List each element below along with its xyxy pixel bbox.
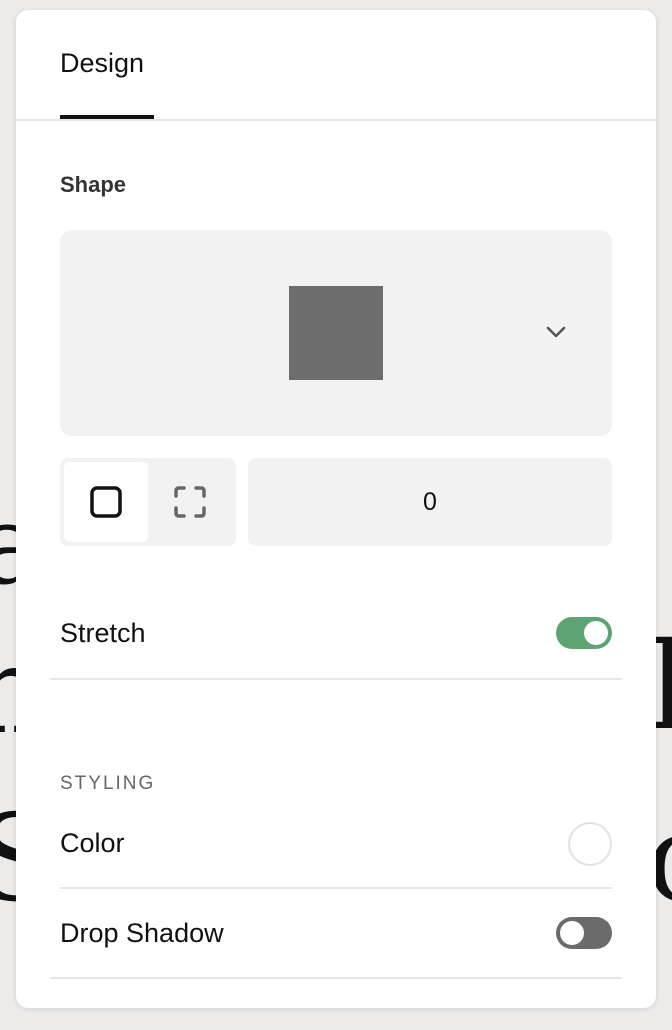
rounded-square-icon (90, 486, 122, 518)
color-label: Color (60, 828, 125, 858)
individual-corners-button[interactable] (148, 462, 232, 542)
divider (60, 887, 612, 889)
tab-bar: Design (16, 10, 656, 121)
corner-mode-toggle (60, 458, 236, 546)
drop-shadow-toggle[interactable] (556, 917, 612, 949)
all-corners-button[interactable] (64, 462, 148, 542)
shape-section-label: Shape (60, 172, 127, 197)
styling-section-heading: STYLING (60, 773, 156, 794)
divider (50, 977, 622, 979)
active-tab-indicator (60, 115, 154, 119)
drop-shadow-label: Drop Shadow (60, 918, 224, 948)
corner-radius-input[interactable]: 0 (248, 458, 612, 546)
corners-icon (174, 486, 206, 518)
shape-dropdown[interactable] (60, 230, 612, 436)
chevron-down-icon (546, 326, 566, 338)
divider (50, 678, 622, 680)
toggle-knob (560, 921, 584, 945)
toggle-knob (584, 621, 608, 645)
design-panel: Design Shape 0 Stretch STYLING Color Dro… (16, 10, 656, 1008)
tab-design[interactable]: Design (60, 48, 144, 79)
color-swatch[interactable] (568, 822, 612, 866)
stretch-toggle[interactable] (556, 617, 612, 649)
square-shape-preview (289, 286, 383, 380)
stretch-label: Stretch (60, 618, 146, 648)
